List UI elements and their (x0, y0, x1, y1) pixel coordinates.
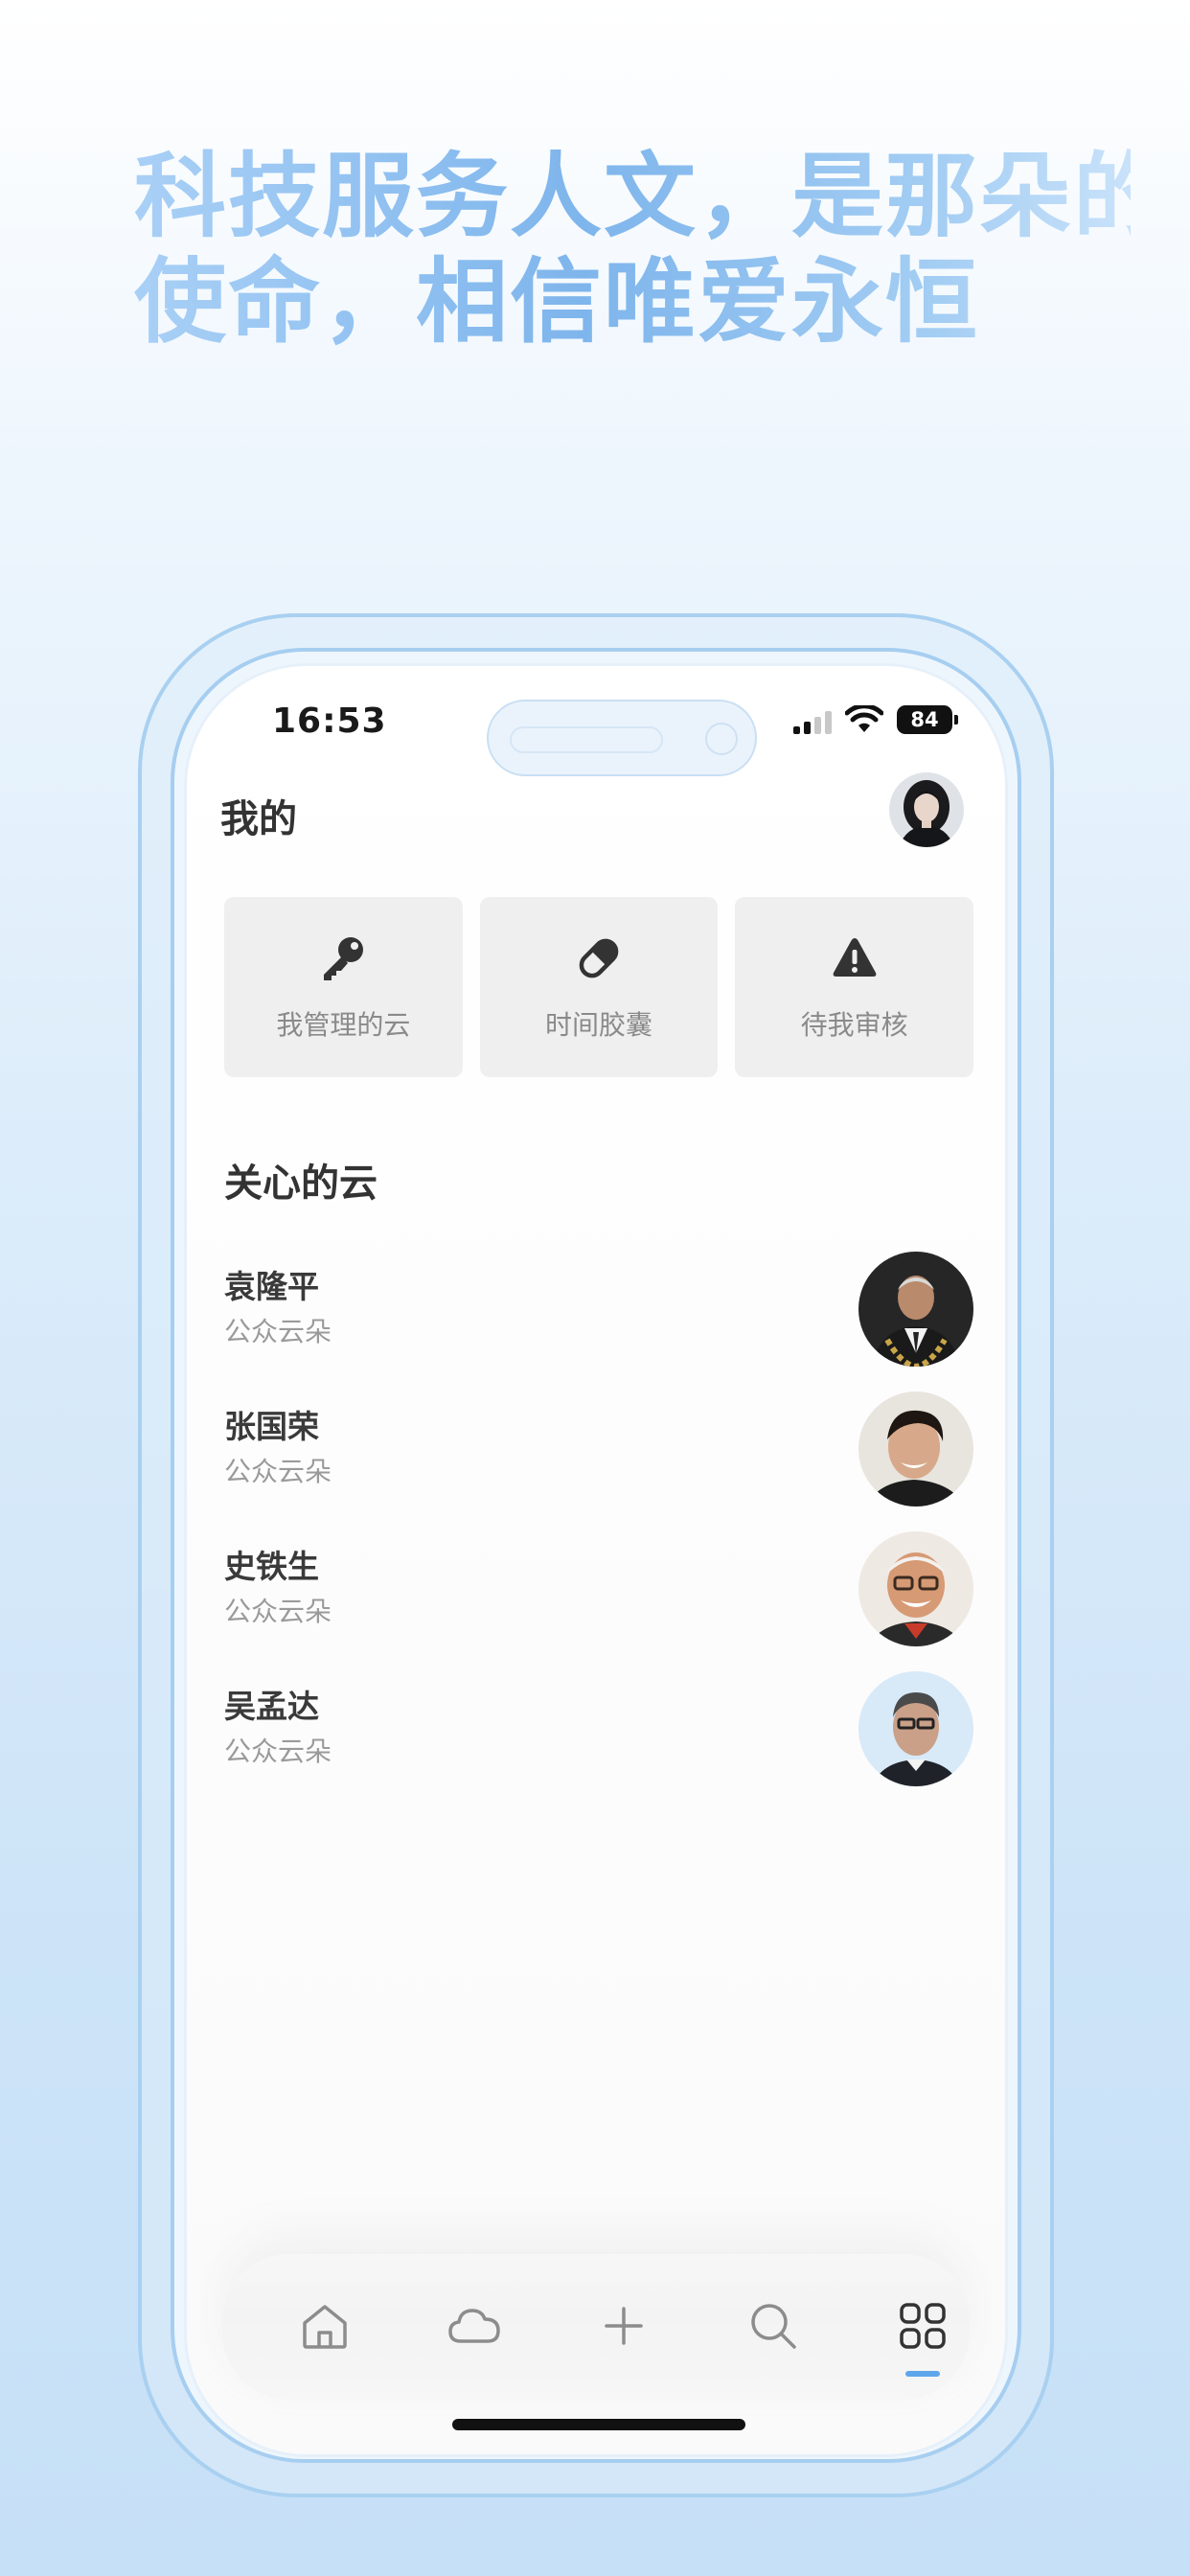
quick-actions: 我管理的云 时间胶囊 待我审核 (224, 897, 974, 1077)
avatar (858, 1392, 973, 1506)
item-name: 张国荣 (224, 1408, 319, 1445)
tab-bar (222, 2254, 970, 2400)
plus-icon (605, 2307, 643, 2345)
key-icon (316, 932, 370, 985)
profile-avatar[interactable] (889, 772, 964, 847)
phone-screen: 16:53 84 我的 我管理的云 时间胶囊 待我审核 关心的云 袁隆平 公众云… (184, 663, 1008, 2457)
grid-icon (900, 2303, 946, 2349)
item-name: 袁隆平 (224, 1268, 319, 1305)
wifi-icon (845, 705, 883, 732)
home-indicator (452, 2419, 745, 2430)
cloud-list: 袁隆平 公众云朵 张国荣 公众云朵 史铁生 公众云朵 吴孟达 公众云朵 (224, 1252, 973, 1811)
item-subtitle: 公众云朵 (224, 1456, 332, 1487)
camera-icon (705, 723, 738, 755)
list-item[interactable]: 史铁生 公众云朵 (224, 1531, 973, 1671)
card-label: 时间胶囊 (545, 1009, 653, 1041)
list-item[interactable]: 张国荣 公众云朵 (224, 1392, 973, 1531)
tab-add[interactable] (581, 2283, 667, 2369)
cloud-icon (448, 2309, 500, 2343)
status-icons: 84 (793, 705, 958, 734)
card-managed-clouds[interactable]: 我管理的云 (224, 897, 463, 1077)
battery-indicator: 84 (897, 705, 958, 734)
item-subtitle: 公众云朵 (224, 1596, 332, 1627)
tab-cloud[interactable] (431, 2283, 517, 2369)
avatar (858, 1252, 973, 1367)
card-label: 待我审核 (800, 1009, 908, 1041)
list-item[interactable]: 吴孟达 公众云朵 (224, 1671, 973, 1811)
card-label: 我管理的云 (276, 1009, 411, 1041)
home-icon (303, 2305, 347, 2349)
warning-icon (828, 932, 881, 985)
page-title: 我的 (220, 797, 297, 841)
tab-home[interactable] (282, 2283, 368, 2369)
island-pill (510, 726, 663, 753)
cellular-signal-icon (793, 711, 832, 734)
active-tab-indicator (905, 2371, 940, 2377)
item-subtitle: 公众云朵 (224, 1736, 332, 1767)
dynamic-island (487, 700, 757, 776)
item-name: 史铁生 (224, 1548, 319, 1585)
tab-mine[interactable] (880, 2283, 966, 2377)
headline-line-1: 科技服务人文，是那朵的 (134, 143, 1167, 250)
avatar (858, 1531, 973, 1646)
section-title: 关心的云 (224, 1162, 378, 1206)
item-name: 吴孟达 (224, 1688, 319, 1725)
card-time-capsule[interactable]: 时间胶囊 (479, 897, 719, 1077)
search-icon (751, 2304, 796, 2349)
tab-search[interactable] (730, 2283, 816, 2369)
card-pending-review[interactable]: 待我审核 (735, 897, 974, 1077)
status-time: 16:53 (272, 702, 387, 741)
headline-line-2: 使命，相信唯爱永恒 (134, 248, 979, 356)
avatar (858, 1671, 973, 1786)
item-subtitle: 公众云朵 (224, 1316, 332, 1347)
list-item[interactable]: 袁隆平 公众云朵 (224, 1252, 973, 1392)
pill-icon (572, 932, 626, 985)
headline: 科技服务人文，是那朵的 使命，相信唯爱永恒 (134, 144, 1131, 355)
